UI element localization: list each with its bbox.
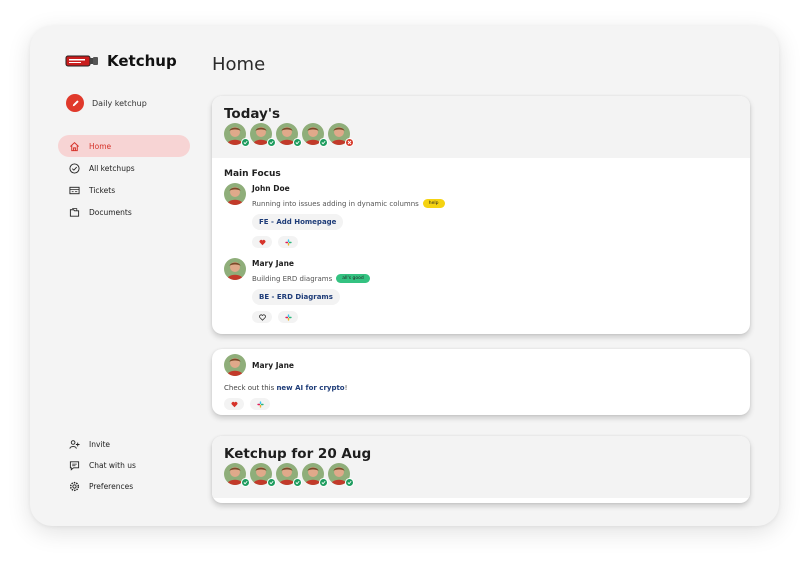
ticket-icon — [69, 186, 80, 194]
like-button[interactable] — [224, 398, 244, 410]
avatar-group — [224, 463, 738, 487]
app-window: Ketchup Daily ketchup Home All ketchups … — [30, 26, 779, 526]
message-link[interactable]: new AI for crypto — [276, 384, 344, 392]
nav-item-home[interactable]: Home — [58, 135, 190, 157]
past-heading: Ketchup for 20 Aug — [224, 446, 372, 462]
like-button[interactable] — [252, 236, 272, 248]
nav-item-all-ketchups[interactable]: All ketchups — [58, 157, 190, 179]
message-suffix: ! — [344, 384, 348, 392]
slack-button[interactable] — [250, 398, 270, 410]
avatar — [224, 354, 246, 376]
bottom-nav: Invite Chat with us Preferences — [58, 434, 190, 497]
post: Mary Jane Building ERD diagrams all's go… — [224, 258, 750, 323]
past-ketchup-card[interactable]: Ketchup for 20 Aug — [212, 436, 750, 503]
heart-outline-icon — [258, 314, 266, 321]
participant[interactable] — [250, 123, 276, 147]
check-icon — [293, 478, 302, 487]
nav-label-all-ketchups: All ketchups — [89, 163, 135, 173]
user-plus-icon — [69, 440, 80, 449]
check-icon — [345, 478, 354, 487]
nav-item-documents[interactable]: Documents — [58, 201, 190, 223]
main-nav: Home All ketchups Tickets Documents — [58, 135, 190, 223]
post-author: John Doe — [252, 184, 290, 193]
like-button[interactable] — [252, 311, 272, 323]
check-icon — [267, 478, 276, 487]
post-author: Mary Jane — [252, 259, 295, 268]
nav-item-tickets[interactable]: Tickets — [58, 179, 190, 201]
slack-icon — [256, 400, 264, 408]
participant[interactable] — [276, 123, 302, 147]
slack-button[interactable] — [278, 311, 298, 323]
page-title: Home — [212, 54, 266, 75]
slack-icon — [284, 238, 292, 246]
main-content: Home Today's Main Focus John Doe Running… — [212, 26, 757, 526]
check-icon — [319, 138, 328, 147]
check-icon — [293, 138, 302, 147]
participant[interactable] — [276, 463, 302, 487]
slack-button[interactable] — [278, 236, 298, 248]
pencil-icon — [66, 94, 84, 112]
avatar-group — [224, 123, 738, 147]
slack-icon — [284, 313, 292, 321]
message-text: Check out this new AI for crypto! — [224, 384, 750, 392]
nav-item-chat[interactable]: Chat with us — [58, 455, 190, 476]
participant[interactable] — [224, 463, 250, 487]
check-icon — [241, 478, 250, 487]
chat-icon — [69, 461, 80, 471]
nav-item-invite[interactable]: Invite — [58, 434, 190, 455]
task-chip[interactable]: FE - Add Homepage — [252, 214, 344, 230]
nav-label-preferences: Preferences — [89, 482, 134, 491]
post: John Doe Running into issues adding in d… — [224, 183, 750, 248]
todays-card: Today's Main Focus John Doe Running into… — [212, 96, 750, 334]
participant[interactable] — [250, 463, 276, 487]
sidebar: Ketchup Daily ketchup Home All ketchups … — [30, 26, 200, 526]
todays-heading: Today's — [224, 106, 281, 122]
message-card: Mary Jane Check out this new AI for cryp… — [212, 349, 750, 415]
task-chip[interactable]: BE - ERD Diagrams — [252, 289, 340, 305]
avatar — [224, 183, 246, 205]
gear-icon — [69, 481, 80, 492]
close-icon — [345, 138, 354, 147]
nav-label-invite: Invite — [89, 440, 111, 449]
check-icon — [241, 138, 250, 147]
participant[interactable] — [224, 123, 250, 147]
folder-icon — [69, 207, 80, 217]
participant[interactable] — [328, 123, 354, 147]
check-circle-icon — [69, 162, 80, 174]
status-badge: help — [422, 199, 445, 208]
card-header: Today's — [212, 96, 750, 158]
check-icon — [319, 478, 328, 487]
message-author: Mary Jane — [252, 360, 295, 370]
ketchup-bottle-icon — [65, 55, 98, 67]
heart-icon — [231, 401, 237, 407]
participant[interactable] — [302, 123, 328, 147]
participant[interactable] — [302, 463, 328, 487]
home-icon — [70, 141, 79, 151]
heart-icon — [259, 239, 265, 245]
logo[interactable]: Ketchup — [65, 52, 177, 70]
message-prefix: Check out this — [224, 384, 277, 392]
daily-ketchup-button[interactable]: Daily ketchup — [66, 94, 147, 112]
nav-label-chat: Chat with us — [89, 461, 136, 470]
post-text: Building ERD diagrams — [252, 274, 333, 283]
post-text: Running into issues adding in dynamic co… — [252, 199, 419, 208]
daily-ketchup-label: Daily ketchup — [92, 98, 147, 108]
nav-item-preferences[interactable]: Preferences — [58, 476, 190, 497]
nav-label-tickets: Tickets — [89, 185, 116, 195]
nav-label-home: Home — [89, 141, 112, 151]
nav-label-documents: Documents — [89, 207, 132, 217]
avatar — [224, 258, 246, 280]
app-name: Ketchup — [107, 52, 177, 70]
section-title: Main Focus — [224, 169, 281, 179]
participant[interactable] — [328, 463, 354, 487]
card-header: Ketchup for 20 Aug — [212, 436, 750, 498]
status-badge: all's good — [336, 274, 370, 283]
check-icon — [267, 138, 276, 147]
